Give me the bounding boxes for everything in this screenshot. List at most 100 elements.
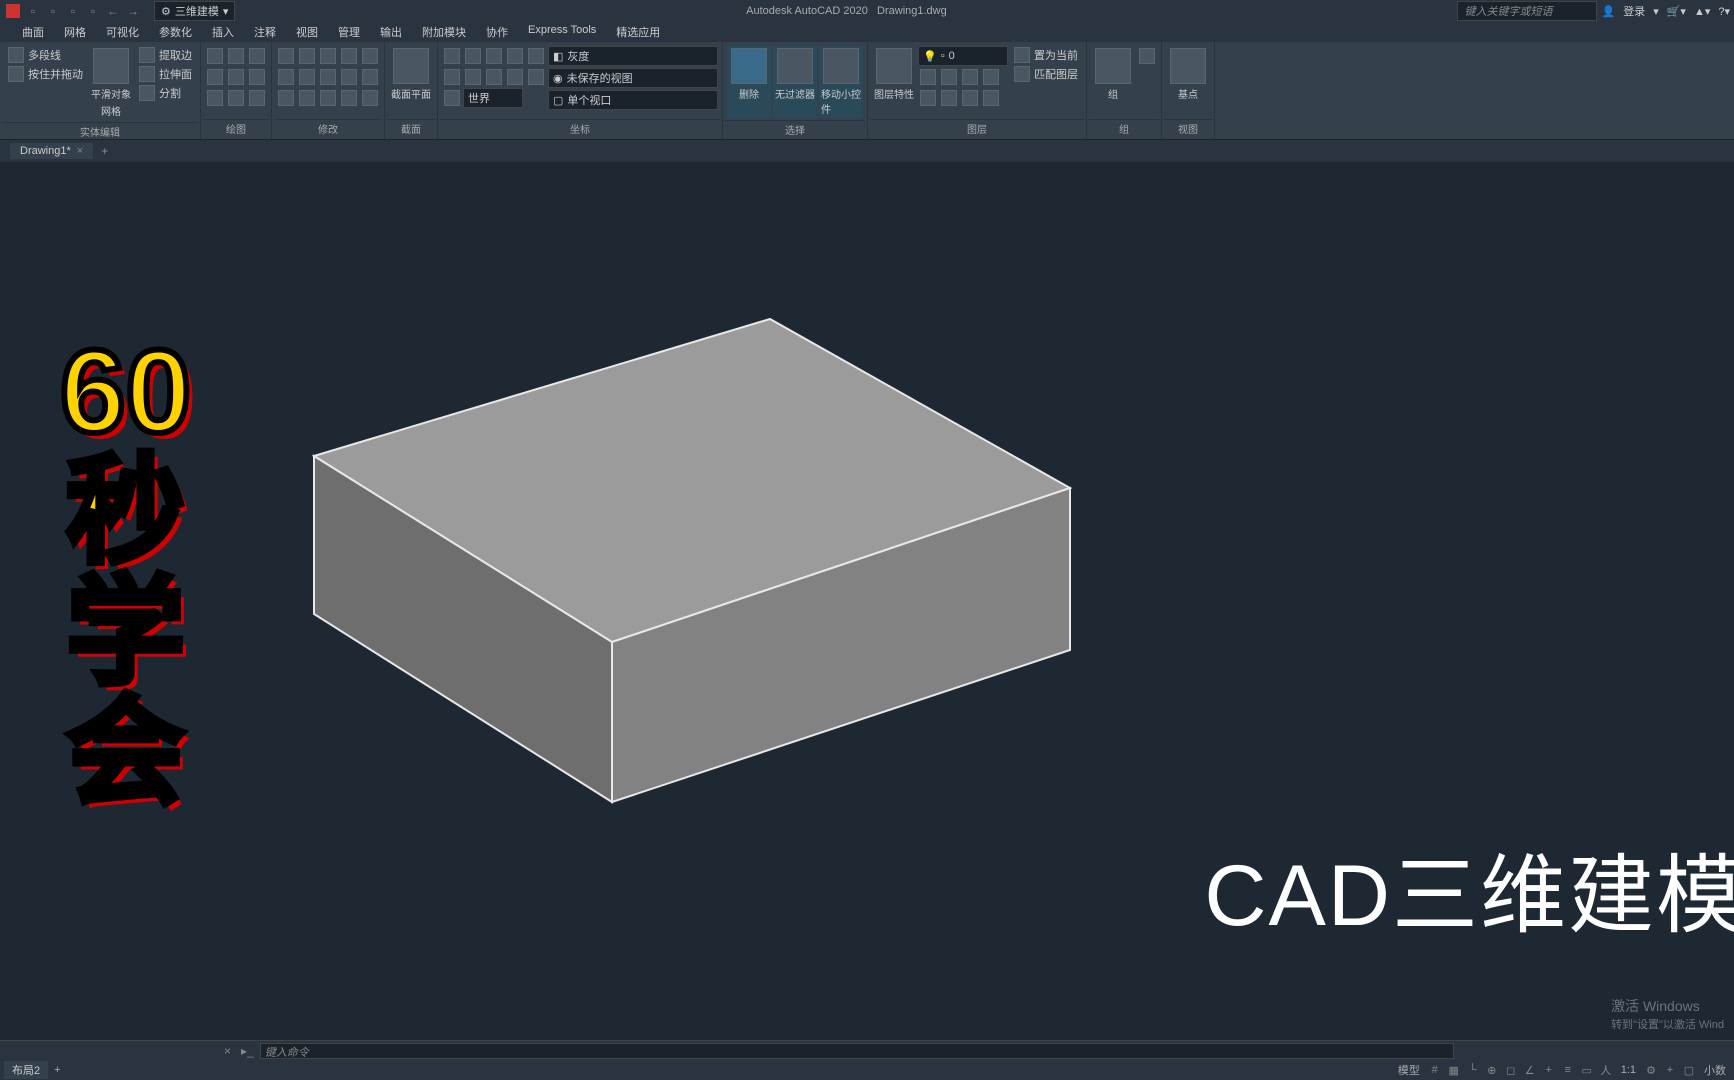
- set-current-button[interactable]: 置为当前: [1010, 46, 1082, 64]
- split-button[interactable]: 分割: [135, 84, 196, 102]
- monitor-icon[interactable]: ▢: [1681, 1062, 1697, 1078]
- tab-manage[interactable]: 管理: [328, 22, 370, 42]
- trim-button[interactable]: [318, 46, 338, 66]
- ellipse-button[interactable]: [247, 67, 267, 87]
- share-icon[interactable]: ▲▾: [1694, 5, 1710, 18]
- ratio-button[interactable]: 1:1: [1617, 1063, 1640, 1077]
- layer-props-button[interactable]: 图层特性: [872, 46, 916, 117]
- polyline-button[interactable]: 多段线: [4, 46, 87, 64]
- user-icon[interactable]: 👤: [1601, 5, 1615, 18]
- snap-icon[interactable]: ▦: [1446, 1062, 1462, 1078]
- extrude-face-button[interactable]: 拉伸面: [135, 65, 196, 83]
- ucs5-button[interactable]: [526, 46, 546, 66]
- undo-icon[interactable]: ←: [104, 2, 122, 20]
- ucs3-button[interactable]: [484, 46, 504, 66]
- tab-mesh[interactable]: 网格: [54, 22, 96, 42]
- new-icon[interactable]: ▫: [24, 2, 42, 20]
- group-edit-button[interactable]: [1137, 46, 1157, 66]
- mirror-button[interactable]: [276, 67, 296, 87]
- layer-dropdown[interactable]: 💡▫0: [918, 46, 1008, 66]
- tab-collab[interactable]: 协作: [476, 22, 518, 42]
- ucs7-button[interactable]: [463, 67, 483, 87]
- login-button[interactable]: 登录: [1623, 3, 1645, 19]
- gear-icon[interactable]: ⚙: [1643, 1062, 1659, 1078]
- ucs4-button[interactable]: [505, 46, 525, 66]
- ucs10-button[interactable]: [526, 67, 546, 87]
- autocad-logo-icon[interactable]: [4, 2, 22, 20]
- point-button[interactable]: [247, 88, 267, 108]
- explode-button[interactable]: [318, 67, 338, 87]
- otrack-icon[interactable]: ∠: [1522, 1062, 1538, 1078]
- base-point-button[interactable]: 基点: [1166, 46, 1210, 117]
- scale-button[interactable]: [360, 67, 380, 87]
- add-layout-button[interactable]: +: [50, 1063, 64, 1077]
- blend-button[interactable]: [360, 88, 380, 108]
- chamfer-button[interactable]: [339, 88, 359, 108]
- move-button[interactable]: [276, 46, 296, 66]
- hatch-button[interactable]: [226, 88, 246, 108]
- tab-output[interactable]: 输出: [370, 22, 412, 42]
- polygon-button[interactable]: [226, 67, 246, 87]
- viewport-dropdown[interactable]: ▢单个视口: [548, 90, 718, 110]
- offset-button[interactable]: [297, 88, 317, 108]
- tab-annotate[interactable]: 注释: [244, 22, 286, 42]
- ucs6-button[interactable]: [442, 67, 462, 87]
- ucs2-button[interactable]: [463, 46, 483, 66]
- help-icon[interactable]: ?▾: [1718, 5, 1730, 18]
- decimal-button[interactable]: 小数: [1700, 1061, 1730, 1079]
- world-dropdown[interactable]: 世界: [463, 88, 523, 108]
- ucs11-button[interactable]: [442, 88, 462, 108]
- circle-button[interactable]: [247, 46, 267, 66]
- layer-b1[interactable]: [918, 67, 938, 87]
- group-button[interactable]: 组: [1091, 46, 1135, 117]
- ucs1-button[interactable]: [442, 46, 462, 66]
- layer-b4[interactable]: [981, 67, 1001, 87]
- layer-b3[interactable]: [960, 67, 980, 87]
- ortho-icon[interactable]: └: [1465, 1062, 1481, 1078]
- person-icon[interactable]: 人: [1598, 1062, 1614, 1078]
- visual-style-dropdown[interactable]: ◧灰度: [548, 46, 718, 66]
- section-button[interactable]: 截面平面: [389, 46, 433, 117]
- erase-button[interactable]: [339, 46, 359, 66]
- close-cmd-icon[interactable]: ×: [220, 1044, 235, 1058]
- dyn-icon[interactable]: +: [1541, 1062, 1557, 1078]
- cart-icon[interactable]: 🛒▾: [1667, 5, 1686, 18]
- ucs9-button[interactable]: [505, 67, 525, 87]
- grid-icon[interactable]: #: [1427, 1062, 1443, 1078]
- layout-tab[interactable]: 布局2: [4, 1061, 48, 1079]
- smooth-button[interactable]: 平滑对象 网格: [89, 46, 133, 120]
- layer-b2[interactable]: [939, 67, 959, 87]
- arc-button[interactable]: [226, 46, 246, 66]
- tab-express[interactable]: Express Tools: [518, 22, 606, 42]
- add-tab-button[interactable]: +: [93, 142, 116, 160]
- lwt-icon[interactable]: ≡: [1560, 1062, 1576, 1078]
- tpy-icon[interactable]: ▭: [1579, 1062, 1595, 1078]
- spline-button[interactable]: [205, 88, 225, 108]
- save-icon[interactable]: ▫: [64, 2, 82, 20]
- tab-view[interactable]: 视图: [286, 22, 328, 42]
- tab-surface[interactable]: 曲面: [12, 22, 54, 42]
- move-gizmo-button[interactable]: 移动小控件: [819, 46, 863, 118]
- open-icon[interactable]: ▫: [44, 2, 62, 20]
- tab-visualize[interactable]: 可视化: [96, 22, 149, 42]
- redo-icon[interactable]: →: [124, 2, 142, 20]
- delete-button[interactable]: 删除: [727, 46, 771, 118]
- workspace-selector[interactable]: ⚙ 三维建模 ▾: [154, 1, 235, 21]
- print-icon[interactable]: ▫: [84, 2, 102, 20]
- view-dropdown[interactable]: ◉未保存的视图: [548, 68, 718, 88]
- copy-button[interactable]: [360, 46, 380, 66]
- osnap-icon[interactable]: ◻: [1503, 1062, 1519, 1078]
- array-button[interactable]: [276, 88, 296, 108]
- search-input[interactable]: 键入关键字或短语: [1457, 1, 1597, 21]
- tab-featured[interactable]: 精选应用: [606, 22, 670, 42]
- fillet-button[interactable]: [297, 67, 317, 87]
- line-button[interactable]: [205, 46, 225, 66]
- model-button[interactable]: 模型: [1394, 1061, 1424, 1079]
- close-icon[interactable]: ×: [77, 145, 83, 157]
- polar-icon[interactable]: ⊕: [1484, 1062, 1500, 1078]
- rotate-button[interactable]: [297, 46, 317, 66]
- align-button[interactable]: [318, 88, 338, 108]
- nofilter-button[interactable]: 无过滤器: [773, 46, 817, 118]
- ucs8-button[interactable]: [484, 67, 504, 87]
- layer-b7[interactable]: [960, 88, 980, 108]
